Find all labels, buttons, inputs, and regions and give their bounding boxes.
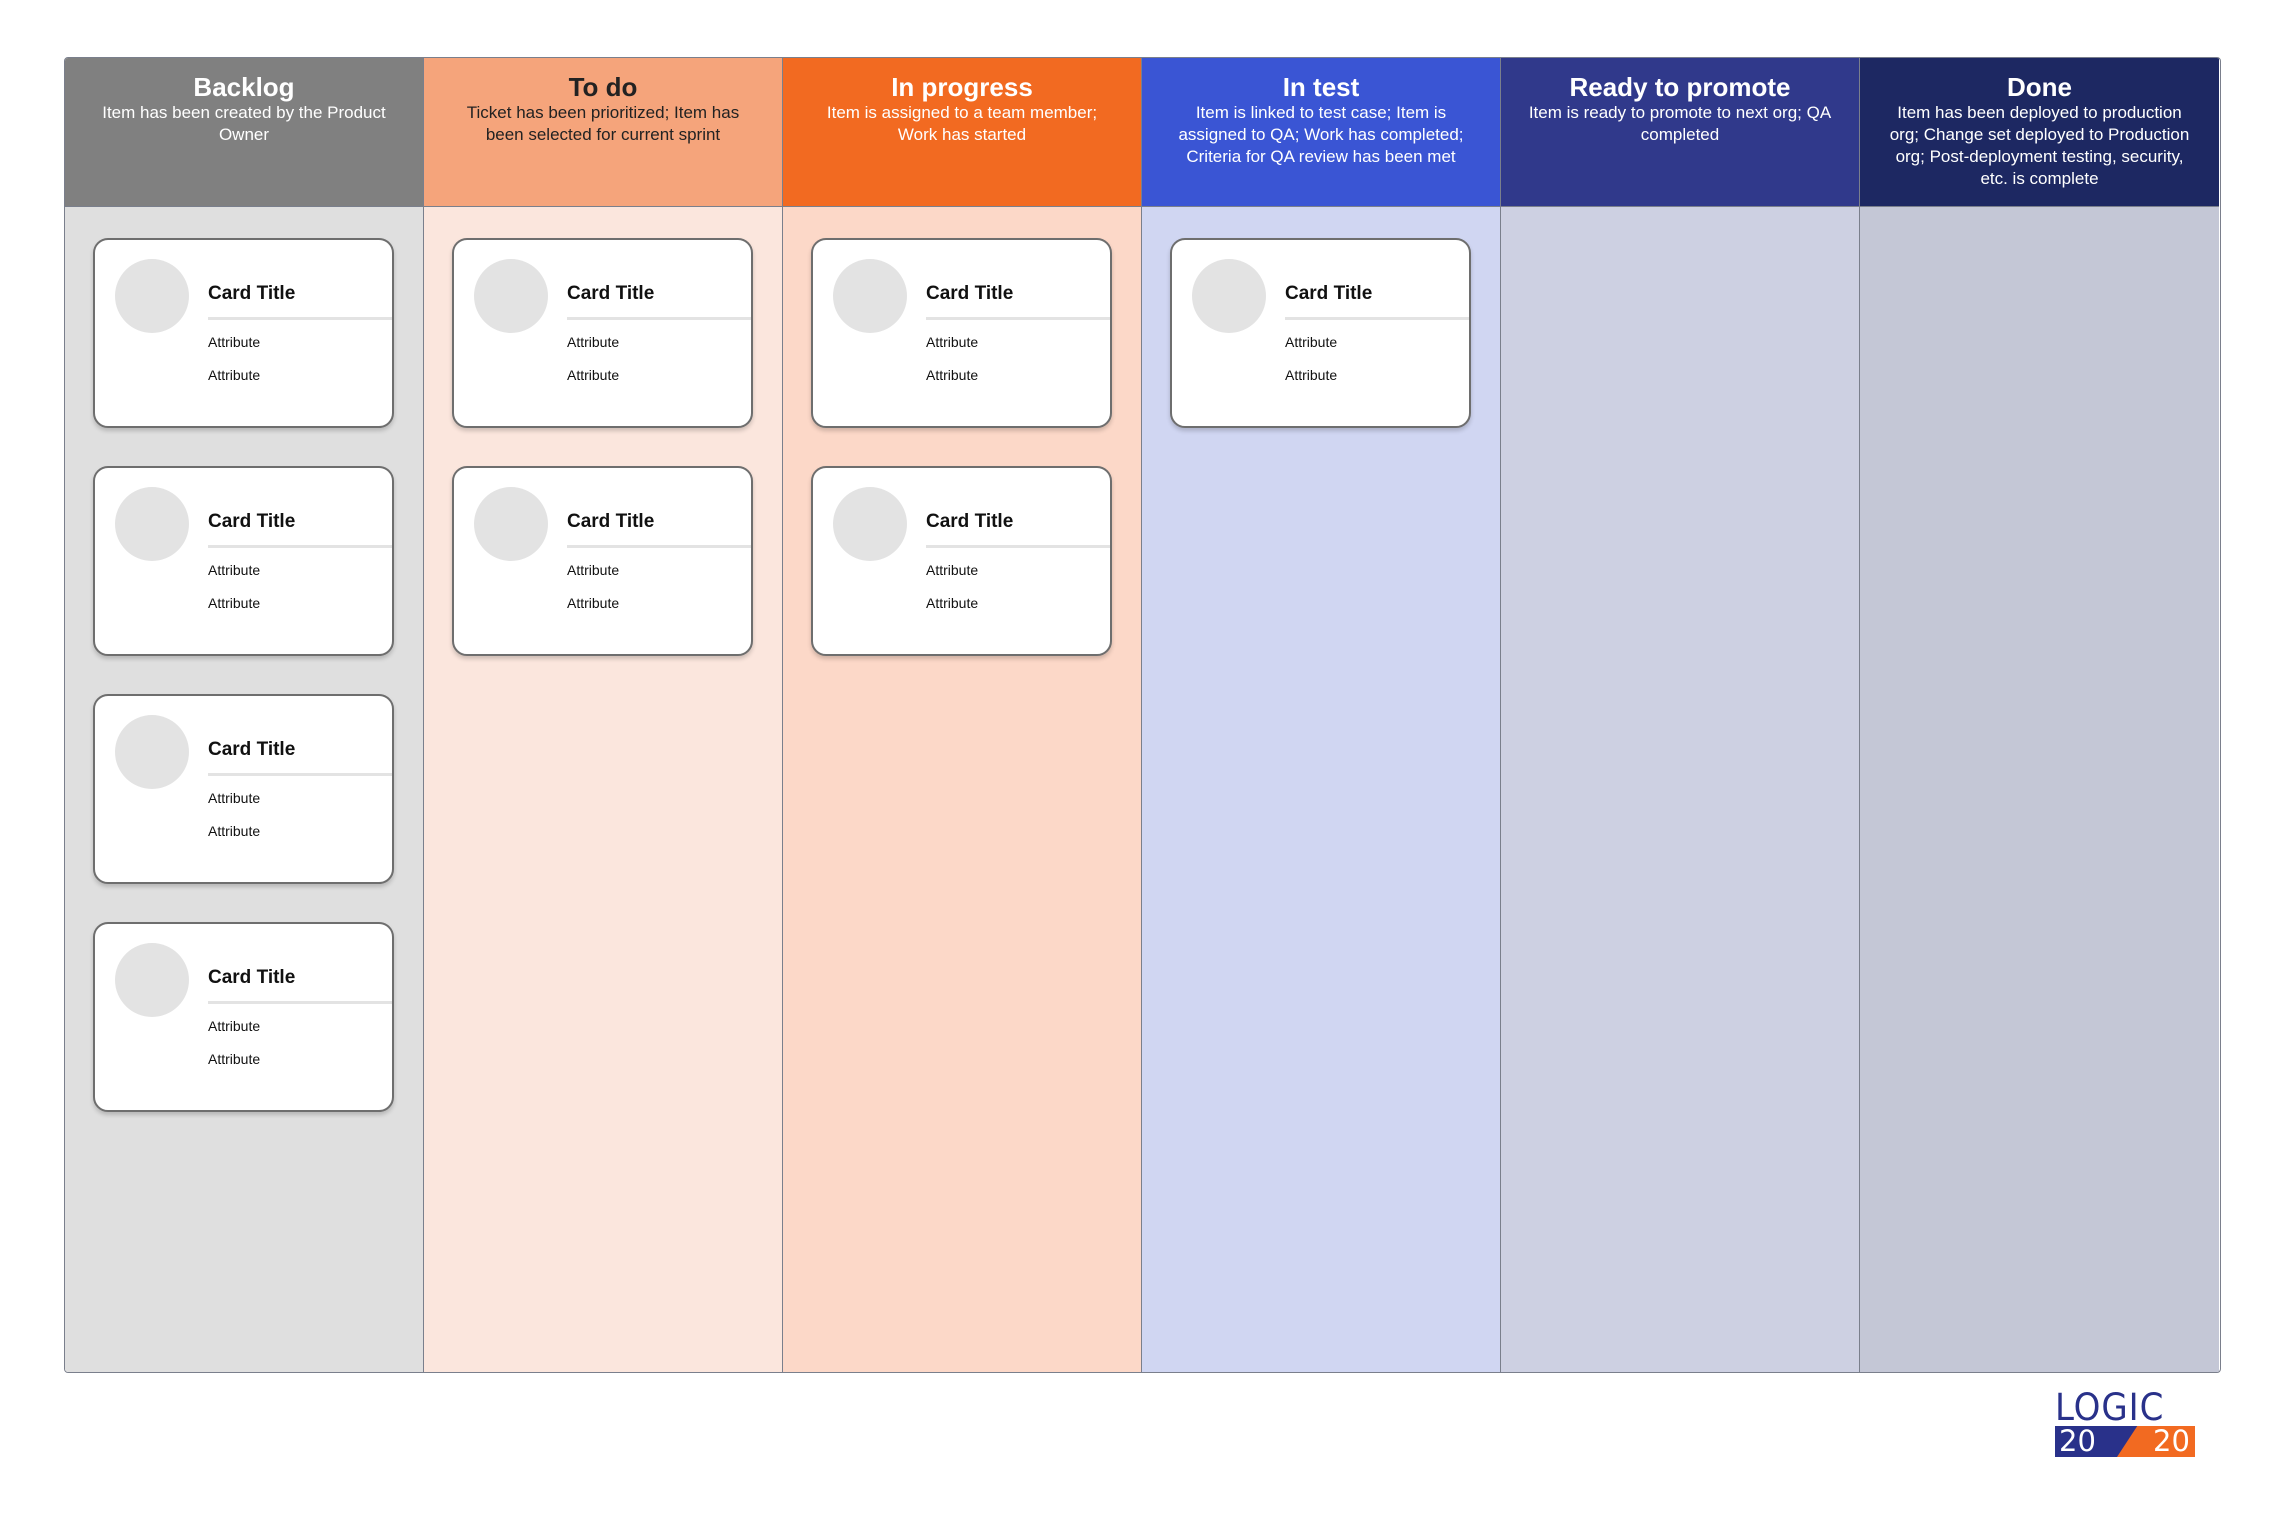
column-body: Card Title Attribute Attribute Card Titl… bbox=[783, 207, 1141, 1372]
card-attribute: Attribute bbox=[208, 790, 261, 806]
card-title: Card Title bbox=[208, 739, 296, 760]
column-ready-to-promote: Ready to promote Item is ready to promot… bbox=[1501, 58, 1860, 1372]
column-description: Item has been created by the Product Own… bbox=[102, 103, 386, 144]
avatar-placeholder bbox=[115, 943, 189, 1017]
card-title: Card Title bbox=[567, 511, 655, 532]
card[interactable]: Card Title Attribute Attribute bbox=[93, 466, 394, 656]
card-attribute: Attribute bbox=[567, 595, 620, 611]
avatar-placeholder bbox=[115, 259, 189, 333]
card-attribute: Attribute bbox=[208, 367, 261, 383]
card-title: Card Title bbox=[208, 283, 296, 304]
card[interactable]: Card Title Attribute Attribute bbox=[93, 694, 394, 884]
card-divider bbox=[208, 1001, 392, 1004]
avatar-placeholder bbox=[1192, 259, 1266, 333]
card-attribute: Attribute bbox=[1285, 367, 1338, 383]
card-divider bbox=[1285, 317, 1469, 320]
column-header: Done Item has been deployed to productio… bbox=[1860, 58, 2219, 207]
column-description: Item is linked to test case; Item is ass… bbox=[1178, 103, 1464, 166]
card-title: Card Title bbox=[208, 511, 296, 532]
card-divider bbox=[926, 545, 1110, 548]
logo-number-right: 20 bbox=[2153, 1424, 2190, 1458]
avatar-placeholder bbox=[115, 715, 189, 789]
card-attribute: Attribute bbox=[926, 334, 979, 350]
column-title: Backlog bbox=[193, 72, 295, 102]
column-title: Ready to promote bbox=[1569, 72, 1791, 102]
card-attribute: Attribute bbox=[208, 595, 261, 611]
column-in-test: In test Item is linked to test case; Ite… bbox=[1142, 58, 1501, 1372]
card-attribute: Attribute bbox=[208, 562, 261, 578]
column-description: Item is assigned to a team member; Work … bbox=[826, 103, 1098, 144]
card[interactable]: Card Title Attribute Attribute bbox=[811, 238, 1112, 428]
avatar-placeholder bbox=[115, 487, 189, 561]
card[interactable]: Card Title Attribute Attribute bbox=[811, 466, 1112, 656]
column-header: Ready to promote Item is ready to promot… bbox=[1501, 58, 1859, 207]
card-divider bbox=[208, 545, 392, 548]
card-attribute: Attribute bbox=[926, 367, 979, 383]
column-header: In test Item is linked to test case; Ite… bbox=[1142, 58, 1500, 207]
avatar-placeholder bbox=[474, 487, 548, 561]
column-description: Item is ready to promote to next org; QA… bbox=[1528, 103, 1832, 144]
card-divider bbox=[208, 773, 392, 776]
column-body: Card Title Attribute Attribute bbox=[1142, 207, 1500, 1372]
column-header: Backlog Item has been created by the Pro… bbox=[65, 58, 423, 207]
column-body bbox=[1860, 207, 2219, 1372]
avatar-placeholder bbox=[833, 259, 907, 333]
card-title: Card Title bbox=[208, 967, 296, 988]
column-body: Card Title Attribute Attribute Card Titl… bbox=[424, 207, 782, 1372]
card-attribute: Attribute bbox=[926, 595, 979, 611]
column-header: To do Ticket has been prioritized; Item … bbox=[424, 58, 782, 207]
card-attribute: Attribute bbox=[208, 823, 261, 839]
card[interactable]: Card Title Attribute Attribute bbox=[93, 922, 394, 1112]
logic2020-logo: LOGIC 20 20 bbox=[2055, 1386, 2195, 1457]
card-divider bbox=[567, 317, 751, 320]
card-attribute: Attribute bbox=[567, 562, 620, 578]
card[interactable]: Card Title Attribute Attribute bbox=[452, 466, 753, 656]
card-attribute: Attribute bbox=[567, 334, 620, 350]
card-title: Card Title bbox=[567, 283, 655, 304]
card-attribute: Attribute bbox=[208, 1018, 261, 1034]
column-done: Done Item has been deployed to productio… bbox=[1860, 58, 2219, 1372]
card-divider bbox=[926, 317, 1110, 320]
card-title: Card Title bbox=[1285, 283, 1373, 304]
logo-wordmark: LOGIC bbox=[2055, 1386, 2165, 1429]
card-title: Card Title bbox=[926, 511, 1014, 532]
column-to-do: To do Ticket has been prioritized; Item … bbox=[424, 58, 783, 1372]
column-description: Ticket has been prioritized; Item has be… bbox=[466, 103, 740, 144]
column-body: Card Title Attribute Attribute Card Titl… bbox=[65, 207, 423, 1372]
column-description: Item has been deployed to production org… bbox=[1889, 103, 2190, 188]
avatar-placeholder bbox=[474, 259, 548, 333]
card[interactable]: Card Title Attribute Attribute bbox=[1170, 238, 1471, 428]
card-attribute: Attribute bbox=[567, 367, 620, 383]
column-title: Done bbox=[2007, 72, 2072, 102]
card-attribute: Attribute bbox=[926, 562, 979, 578]
card-attribute: Attribute bbox=[1285, 334, 1338, 350]
card-title: Card Title bbox=[926, 283, 1014, 304]
column-header: In progress Item is assigned to a team m… bbox=[783, 58, 1141, 207]
logo-band: 20 20 bbox=[2055, 1426, 2195, 1457]
column-backlog: Backlog Item has been created by the Pro… bbox=[65, 58, 424, 1372]
logo-number-left: 20 bbox=[2059, 1424, 2096, 1458]
column-title: To do bbox=[568, 72, 638, 102]
column-in-progress: In progress Item is assigned to a team m… bbox=[783, 58, 1142, 1372]
kanban-board: Backlog Item has been created by the Pro… bbox=[64, 57, 2221, 1373]
column-title: In test bbox=[1282, 72, 1360, 102]
column-title: In progress bbox=[891, 72, 1033, 102]
card-divider bbox=[567, 545, 751, 548]
card[interactable]: Card Title Attribute Attribute bbox=[452, 238, 753, 428]
card[interactable]: Card Title Attribute Attribute bbox=[93, 238, 394, 428]
column-body bbox=[1501, 207, 1859, 1372]
card-attribute: Attribute bbox=[208, 334, 261, 350]
avatar-placeholder bbox=[833, 487, 907, 561]
card-divider bbox=[208, 317, 392, 320]
card-attribute: Attribute bbox=[208, 1051, 261, 1067]
